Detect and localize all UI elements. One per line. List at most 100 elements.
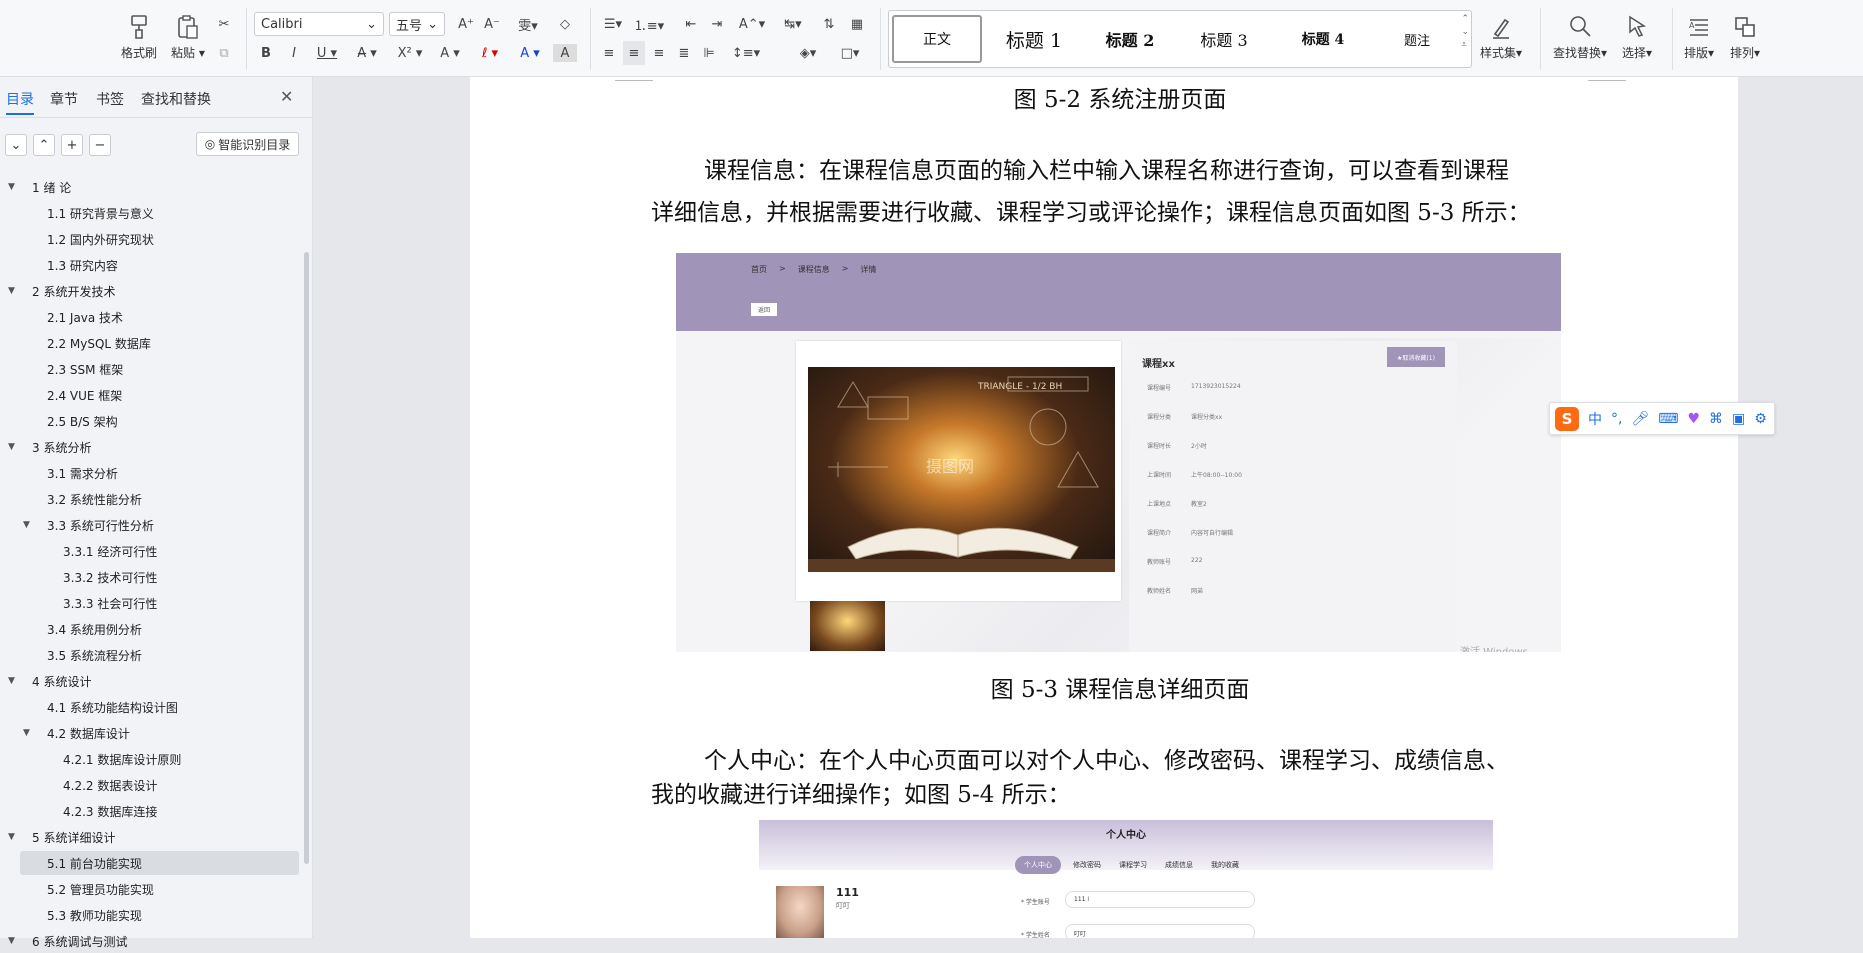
tab-change-password[interactable]: 修改密码: [1067, 856, 1107, 874]
toc-item[interactable]: 1.2 国内外研究现状: [20, 227, 299, 251]
line-break-icon[interactable]: ↹▾: [776, 12, 810, 36]
highlight-icon[interactable]: ℓ ▾: [473, 41, 507, 65]
toc-item[interactable]: 5.1 前台功能实现: [20, 851, 299, 875]
favorite-button[interactable]: ★取消收藏(1): [1387, 347, 1445, 367]
find-replace-button[interactable]: 查找替换▾: [1553, 10, 1607, 61]
align-left-icon[interactable]: ≡: [598, 41, 620, 65]
toc-item[interactable]: ▼ 3.3 系统可行性分析: [20, 513, 299, 537]
paragraph-shading-icon[interactable]: ◈▾: [790, 41, 826, 65]
expand-triangle-icon[interactable]: ▼: [8, 832, 15, 842]
style-caption[interactable]: 题注: [1377, 15, 1457, 63]
tab-personal-center[interactable]: 个人中心: [1015, 856, 1061, 874]
tab-course-study[interactable]: 课程学习: [1113, 856, 1153, 874]
font-color-icon[interactable]: A ▾: [513, 41, 547, 65]
distribute-icon[interactable]: ⊫: [698, 41, 720, 65]
paste-button[interactable]: 粘贴 ▾: [171, 10, 205, 61]
toc-item[interactable]: ▼ 4.2 数据库设计: [20, 721, 299, 745]
layout-button[interactable]: A 排版▾: [1684, 10, 1714, 61]
gamepad-icon[interactable]: ⌘: [1709, 411, 1723, 427]
toc-item[interactable]: 2.4 VUE 框架: [20, 383, 299, 407]
tab-bookmarks[interactable]: 书签: [96, 89, 124, 109]
skin-icon[interactable]: ♥: [1687, 411, 1700, 427]
italic-icon[interactable]: I: [282, 41, 306, 65]
toc-item[interactable]: 2.2 MySQL 数据库: [20, 331, 299, 355]
sogou-logo-icon[interactable]: S: [1555, 406, 1579, 431]
expand-triangle-icon[interactable]: ▼: [8, 442, 15, 452]
remove-heading-button[interactable]: −: [89, 134, 111, 156]
collapse-all-button[interactable]: ⌄: [5, 134, 27, 156]
toc-item[interactable]: 1.3 研究内容: [20, 253, 299, 277]
toc-item[interactable]: 2.1 Java 技术: [20, 305, 299, 329]
toc-item[interactable]: 4.2.2 数据表设计: [20, 773, 299, 797]
strikethrough-icon[interactable]: A̶ ▾: [350, 41, 384, 65]
text-effect-icon[interactable]: A ▾: [433, 41, 467, 65]
add-heading-button[interactable]: +: [61, 134, 83, 156]
underline-icon[interactable]: U ▾: [310, 41, 344, 65]
border-icon[interactable]: □▾: [832, 41, 868, 65]
toc-item[interactable]: 4.1 系统功能结构设计图: [20, 695, 299, 719]
toc-item[interactable]: 4.2.3 数据库连接: [20, 799, 299, 823]
bullet-list-icon[interactable]: ☰▾: [598, 12, 628, 36]
font-name-select[interactable]: Calibri ⌄: [254, 12, 384, 36]
toc-item[interactable]: ▼ 2 系统开发技术: [8, 279, 299, 303]
tab-favorites[interactable]: 我的收藏: [1205, 856, 1245, 874]
punctuation-icon[interactable]: °,: [1611, 411, 1622, 427]
bold-icon[interactable]: B: [254, 41, 278, 65]
style-set-button[interactable]: 样式集▾: [1480, 10, 1522, 61]
toc-item[interactable]: 3.1 需求分析: [20, 461, 299, 485]
format-painter-button[interactable]: 格式刷: [121, 10, 157, 61]
toc-item[interactable]: 3.3.1 经济可行性: [20, 539, 299, 563]
cut-icon[interactable]: ✂: [214, 12, 234, 36]
align-center-icon[interactable]: ≡: [623, 41, 645, 65]
outdent-icon[interactable]: ⇤: [680, 12, 702, 36]
ime-language-toggle[interactable]: 中: [1588, 409, 1602, 429]
toc-item[interactable]: 2.3 SSM 框架: [20, 357, 299, 381]
toc-item[interactable]: 5.3 教师功能实现: [20, 903, 299, 927]
copy-icon[interactable]: ⧉: [214, 41, 234, 65]
toc-item[interactable]: ▼ 3 系统分析: [8, 435, 299, 459]
expand-triangle-icon[interactable]: ▼: [8, 286, 15, 296]
toc-item[interactable]: ▼ 5 系统详细设计: [8, 825, 299, 849]
ime-toolbar[interactable]: S 中 °, 🎤︎ ⌨ ♥ ⌘ ▣ ⚙: [1549, 402, 1775, 435]
select-button[interactable]: 选择▾: [1622, 10, 1652, 61]
gallery-scroll-icon[interactable]: ⌃ ⌄ ⩡: [1461, 13, 1469, 52]
thumbnail-image[interactable]: [810, 601, 885, 651]
expand-triangle-icon[interactable]: ▼: [23, 728, 30, 738]
toc-item[interactable]: 3.5 系统流程分析: [20, 643, 299, 667]
toc-item[interactable]: 3.3.3 社会可行性: [20, 591, 299, 615]
numbered-list-icon[interactable]: ⒈≡▾: [632, 12, 666, 36]
toc-item[interactable]: ▼ 6 系统调试与测试: [8, 929, 299, 953]
expand-triangle-icon[interactable]: ▼: [8, 676, 15, 686]
tab-grades[interactable]: 成绩信息: [1159, 856, 1199, 874]
toc-item[interactable]: 3.3.2 技术可行性: [20, 565, 299, 589]
toc-item[interactable]: 2.5 B/S 架构: [20, 409, 299, 433]
indent-icon[interactable]: ⇥: [706, 12, 728, 36]
grid-icon[interactable]: ▦: [846, 12, 868, 36]
justify-icon[interactable]: ≣: [673, 41, 695, 65]
superscript-icon[interactable]: X² ▾: [393, 41, 427, 65]
style-heading-4[interactable]: 标题 4: [1273, 15, 1373, 63]
style-heading-2[interactable]: 标题 2: [1085, 15, 1175, 63]
settings-icon[interactable]: ⚙: [1754, 411, 1767, 427]
smart-toc-button[interactable]: ◎ 智能识别目录: [196, 132, 299, 156]
style-normal[interactable]: 正文: [892, 15, 982, 63]
expand-triangle-icon[interactable]: ▼: [23, 520, 30, 530]
toc-item[interactable]: 3.2 系统性能分析: [20, 487, 299, 511]
toc-item[interactable]: 1.1 研究背景与意义: [20, 201, 299, 225]
font-shrink-icon[interactable]: A⁻: [480, 12, 504, 36]
style-heading-3[interactable]: 标题 3: [1179, 15, 1269, 63]
toc-item[interactable]: 3.4 系统用例分析: [20, 617, 299, 641]
nav-scrollbar[interactable]: [304, 252, 309, 864]
font-size-select[interactable]: 五号 ⌄: [389, 12, 445, 36]
toc-item[interactable]: ▼ 4 系统设计: [8, 669, 299, 693]
figure-personal-center[interactable]: 个人中心 个人中心 修改密码 课程学习 成绩信息 我的收藏 111 叮叮 * 学…: [759, 820, 1493, 938]
microphone-icon[interactable]: 🎤︎: [1631, 411, 1649, 427]
student-name-input[interactable]: 叮叮: [1065, 924, 1255, 938]
char-shading-icon[interactable]: A: [553, 44, 577, 62]
tab-chapters[interactable]: 章节: [50, 89, 78, 109]
style-heading-1[interactable]: 标题 1: [989, 15, 1079, 63]
font-grow-icon[interactable]: A⁺: [454, 12, 478, 36]
close-icon[interactable]: ✕: [280, 87, 293, 106]
toc-item[interactable]: 5.2 管理员功能实现: [20, 877, 299, 901]
toc-item[interactable]: 4.2.1 数据库设计原则: [20, 747, 299, 771]
